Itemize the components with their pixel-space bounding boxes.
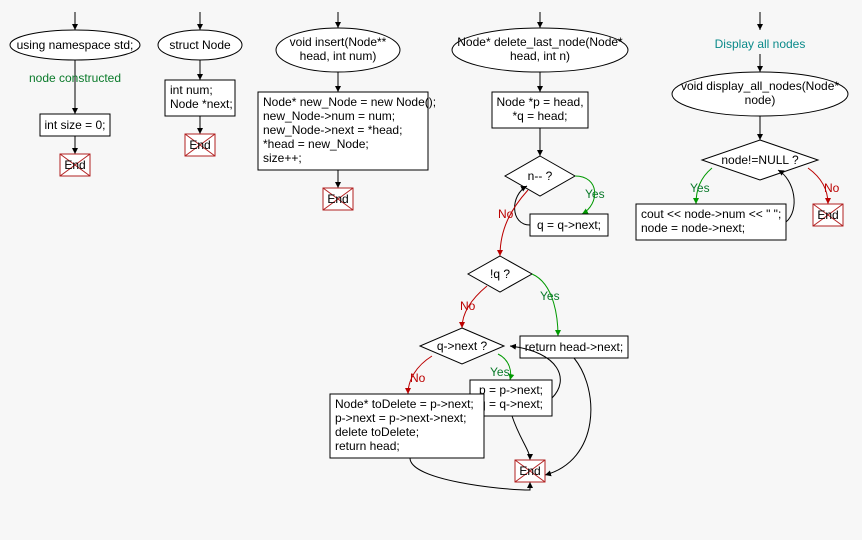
svg-text:End: End [64, 158, 85, 172]
svg-text:head, int num): head, int num) [300, 49, 377, 63]
svg-text:delete toDelete;: delete toDelete; [335, 425, 419, 439]
flow-delete-last-node: Node* delete_last_node(Node* head, int n… [330, 12, 628, 490]
svg-text:Yes: Yes [490, 365, 510, 379]
end-icon: End [515, 460, 545, 482]
svg-text:No: No [410, 371, 426, 385]
flow-namespace: using namespace std; node constructed in… [10, 12, 140, 176]
svg-text:No: No [824, 181, 840, 195]
svg-text:new_Node->num = num;: new_Node->num = num; [263, 109, 395, 123]
svg-text:node!=NULL ?: node!=NULL ? [721, 153, 799, 167]
svg-text:return head->next;: return head->next; [525, 340, 623, 354]
svg-text:q->next ?: q->next ? [437, 339, 488, 353]
svg-text:End: End [327, 192, 348, 206]
svg-text:Node* delete_last_node(Node*: Node* delete_last_node(Node* [457, 35, 623, 49]
svg-text:size++;: size++; [263, 151, 302, 165]
svg-text:int size = 0;: int size = 0; [44, 118, 105, 132]
svg-text:*head = new_Node;: *head = new_Node; [263, 137, 369, 151]
svg-text:End: End [817, 208, 838, 222]
svg-text:p->next = p->next->next;: p->next = p->next->next; [335, 411, 466, 425]
svg-text:struct Node: struct Node [169, 38, 231, 52]
svg-text:Node *next;: Node *next; [170, 97, 233, 111]
flow-display-all-nodes: Display all nodes void display_all_nodes… [636, 12, 848, 240]
title-display-all-nodes: Display all nodes [715, 37, 806, 51]
svg-text:End: End [519, 464, 540, 478]
svg-text:!q ?: !q ? [490, 267, 510, 281]
svg-text:*q = head;: *q = head; [512, 109, 567, 123]
svg-text:Node* new_Node = new Node();: Node* new_Node = new Node(); [263, 95, 436, 109]
svg-text:Node* toDelete = p->next;: Node* toDelete = p->next; [335, 397, 474, 411]
svg-text:head, int n): head, int n) [510, 49, 570, 63]
svg-text:Yes: Yes [585, 187, 605, 201]
svg-text:No: No [460, 299, 476, 313]
svg-text:q = q->next;: q = q->next; [537, 218, 601, 232]
end-icon: End [185, 134, 215, 156]
svg-text:void insert(Node**: void insert(Node** [290, 35, 387, 49]
svg-text:End: End [189, 138, 210, 152]
svg-text:int num;: int num; [170, 83, 213, 97]
svg-text:Yes: Yes [540, 289, 560, 303]
svg-text:cout << node->num << " ";: cout << node->num << " "; [641, 207, 781, 221]
svg-text:q = q->next;: q = q->next; [479, 397, 543, 411]
end-icon: End [323, 188, 353, 210]
svg-text:Yes: Yes [690, 181, 710, 195]
svg-text:new_Node->next = *head;: new_Node->next = *head; [263, 123, 402, 137]
end-icon: End [60, 154, 90, 176]
svg-text:No: No [498, 207, 514, 221]
flow-struct-node: struct Node int num; Node *next; End [158, 12, 242, 156]
start-ellipse-label: using namespace std; [17, 38, 134, 52]
svg-text:n-- ?: n-- ? [528, 169, 553, 183]
svg-text:return head;: return head; [335, 439, 400, 453]
flowcharts-canvas: using namespace std; node constructed in… [0, 0, 862, 540]
svg-text:p = p->next;: p = p->next; [479, 383, 543, 397]
svg-text:Node *p = head,: Node *p = head, [496, 95, 583, 109]
svg-text:node): node) [745, 93, 776, 107]
end-icon: End [813, 204, 843, 226]
svg-text:void display_all_nodes(Node*: void display_all_nodes(Node* [681, 79, 839, 93]
svg-text:node = node->next;: node = node->next; [641, 221, 745, 235]
flow-insert: void insert(Node** head, int num) Node* … [258, 12, 436, 210]
annotation-node-constructed: node constructed [29, 71, 121, 85]
